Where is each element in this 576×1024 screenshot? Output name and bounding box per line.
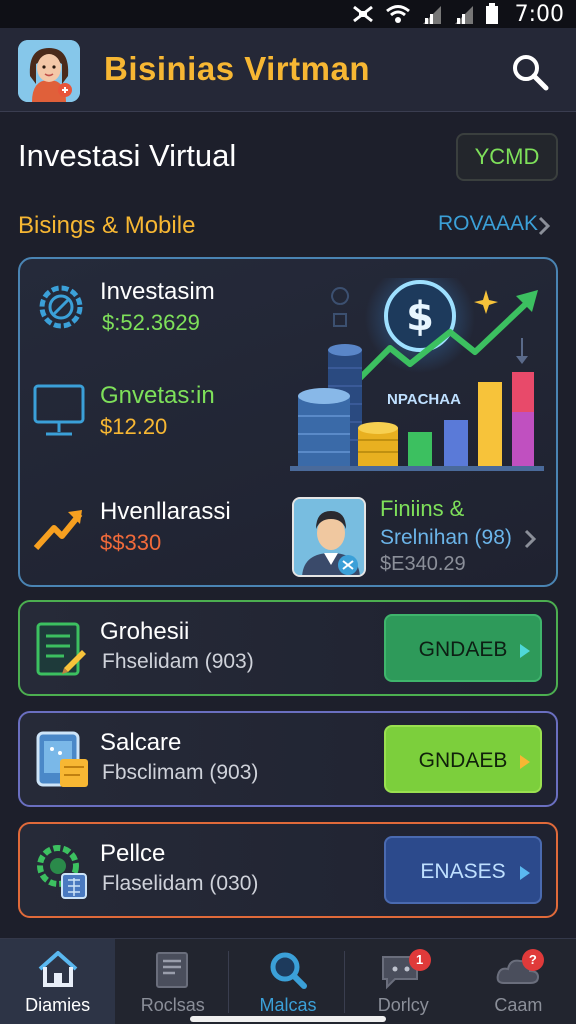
avatar[interactable]	[18, 40, 80, 102]
play-arrow-icon	[520, 755, 530, 769]
home-icon	[38, 951, 77, 987]
overview-row-value: $$330	[100, 530, 162, 555]
nav-divider	[228, 951, 229, 1013]
tablet-icon	[36, 731, 88, 787]
finance-illustration: $ NPACHAA	[290, 278, 544, 471]
featured-value: $E340.29	[380, 553, 466, 575]
overview-row-label: Investasim	[100, 278, 215, 305]
section-title: Bisings & Mobile	[18, 212, 196, 239]
nav-item-diamies[interactable]: Diamies	[0, 939, 116, 1024]
overview-row-value: $:52.3629	[102, 310, 200, 335]
app-title: Bisinias Virtman	[104, 50, 370, 87]
play-arrow-icon	[520, 644, 530, 658]
nav-item-roclsas[interactable]: Roclsas	[115, 939, 230, 1024]
overview-row-label: Gnvetas:in	[100, 382, 215, 409]
home-indicator[interactable]	[190, 1016, 386, 1022]
monitor-icon	[33, 384, 85, 436]
app-header: Bisinias Virtman	[0, 28, 576, 112]
wifi-icon	[385, 5, 410, 23]
status-bar: 7:00	[0, 0, 576, 28]
svg-text:$: $	[406, 294, 434, 340]
featured-title: Finiins &	[380, 496, 465, 521]
battery-icon	[485, 3, 498, 24]
nav-item-caam[interactable]: ? Caam	[461, 939, 576, 1024]
nav-divider	[344, 951, 345, 1013]
list-item[interactable]: Grohesii Fhselidam (903) GNDAEB	[18, 600, 558, 696]
nav-item-malcas[interactable]: Malcas	[230, 939, 345, 1024]
list-item-title: Grohesii	[100, 618, 190, 645]
chart-label: NPACHAA	[387, 391, 461, 408]
nav-label: Malcas	[259, 995, 317, 1015]
search-icon	[513, 55, 549, 91]
notification-badge: ?	[521, 949, 544, 971]
page-title: Investasi Virtual	[18, 138, 237, 173]
featured-avatar[interactable]	[292, 497, 366, 577]
button-label: ENASES	[420, 860, 506, 883]
gear-chip-icon	[37, 845, 87, 899]
list-item-subtitle: Flaselidam (030)	[102, 872, 259, 895]
network-icon	[352, 5, 373, 23]
search-icon	[270, 952, 307, 989]
list-item[interactable]: Salcare Fbsclimam (903) GNDAEB	[18, 711, 558, 807]
nav-item-dorlcy[interactable]: 1 Dorlcy	[346, 939, 461, 1024]
button-label: GNDAEB	[418, 638, 508, 661]
gear-icon	[39, 285, 83, 329]
chevron-right-icon[interactable]	[522, 528, 538, 550]
list-item-title: Salcare	[100, 729, 182, 756]
overview-row-value: $12.20	[100, 414, 168, 439]
document-icon	[36, 622, 86, 676]
overview-row-label: Hvenllarassi	[100, 498, 231, 525]
list-item-title: Pellce	[100, 840, 166, 867]
signal-icon	[454, 6, 473, 24]
signal-icon	[422, 6, 441, 24]
nav-label: Dorlcy	[377, 995, 429, 1015]
list-item-subtitle: Fhselidam (903)	[102, 650, 254, 673]
section-link[interactable]: ROVAAAK	[438, 212, 538, 236]
list-item[interactable]: Pellce Flaselidam (030) ENASES	[18, 822, 558, 918]
nav-label: Diamies	[25, 995, 91, 1015]
ycmd-button[interactable]: YCMD	[456, 133, 558, 181]
chevron-right-icon	[538, 216, 551, 236]
play-arrow-icon	[520, 866, 530, 880]
nav-label: Roclsas	[140, 995, 205, 1015]
notification-badge: 1	[408, 949, 431, 971]
status-time: 7:00	[514, 1, 564, 27]
list-item-subtitle: Fbsclimam (903)	[102, 761, 259, 784]
trend-arrow-icon	[33, 510, 83, 551]
gndaeb-button[interactable]: GNDAEB	[384, 725, 542, 793]
gndaeb-button[interactable]: GNDAEB	[384, 614, 542, 682]
nav-label: Caam	[494, 995, 543, 1015]
document-stack-icon	[155, 952, 188, 988]
search-button[interactable]	[508, 50, 552, 94]
bottom-nav: Diamies Roclsas Malcas 1 Dorlcy ? Caam	[0, 938, 576, 1024]
enases-button[interactable]: ENASES	[384, 836, 542, 904]
button-label: GNDAEB	[418, 749, 508, 772]
featured-subtitle: Srelnihan (98)	[380, 526, 512, 549]
